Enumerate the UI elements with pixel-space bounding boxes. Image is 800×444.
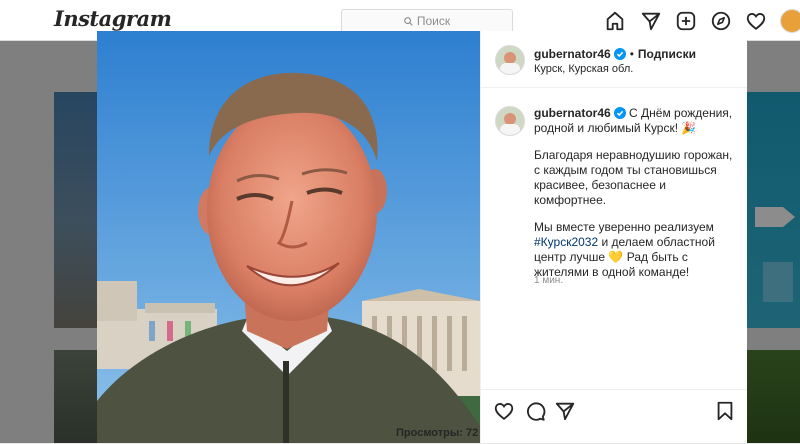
post-modal: gubernator46 • Подписки Курск, Курская обл… [97,31,747,443]
hashtag-link[interactable]: #Курск2032 [534,235,598,249]
post-header: gubernator46 • Подписки Курск, Курская обл… [481,31,747,88]
selfie-photo-image [97,31,480,443]
bookmark-icon[interactable] [714,400,736,422]
following-button[interactable]: Подписки [638,47,696,61]
search-input[interactable]: Поиск [341,9,513,33]
heart-icon[interactable] [745,10,767,32]
post-photo[interactable] [97,31,480,443]
caption-username[interactable]: gubernator46 [534,106,611,120]
caption-paragraph-2: Благодаря неравнодушию горожан, с каждым… [534,148,733,207]
author-line: gubernator46 • Подписки [534,47,696,61]
direct-icon[interactable] [640,10,662,32]
separator-dot: • [629,47,634,61]
author-username[interactable]: gubernator46 [534,47,611,61]
explore-icon[interactable] [710,10,732,32]
verified-icon [613,107,626,119]
caption-timestamp: 1 мин. [534,275,564,286]
post-location[interactable]: Курск, Курская обл. [534,63,633,75]
post-caption: gubernator46 С Днём рождения, родной и л… [534,106,737,292]
search-icon [403,17,413,26]
caption-avatar[interactable] [495,106,525,136]
caption-paragraph-3-start: Мы вместе уверенно реализуем [534,220,714,234]
home-icon[interactable] [604,10,626,32]
profile-avatar[interactable] [780,9,800,33]
author-avatar[interactable] [495,45,525,75]
post-actions [481,389,747,444]
search-placeholder: Поиск [416,14,451,28]
share-icon[interactable] [554,400,576,422]
verified-icon [613,48,626,60]
like-heart-icon[interactable] [493,400,515,422]
views-count[interactable]: Просмотры: 72 [396,427,478,439]
new-post-icon[interactable] [675,10,697,32]
instagram-logo[interactable]: Instagram [54,6,172,31]
comment-icon[interactable] [524,400,546,422]
post-sidebar: gubernator46 • Подписки Курск, Курская обл… [480,31,747,443]
